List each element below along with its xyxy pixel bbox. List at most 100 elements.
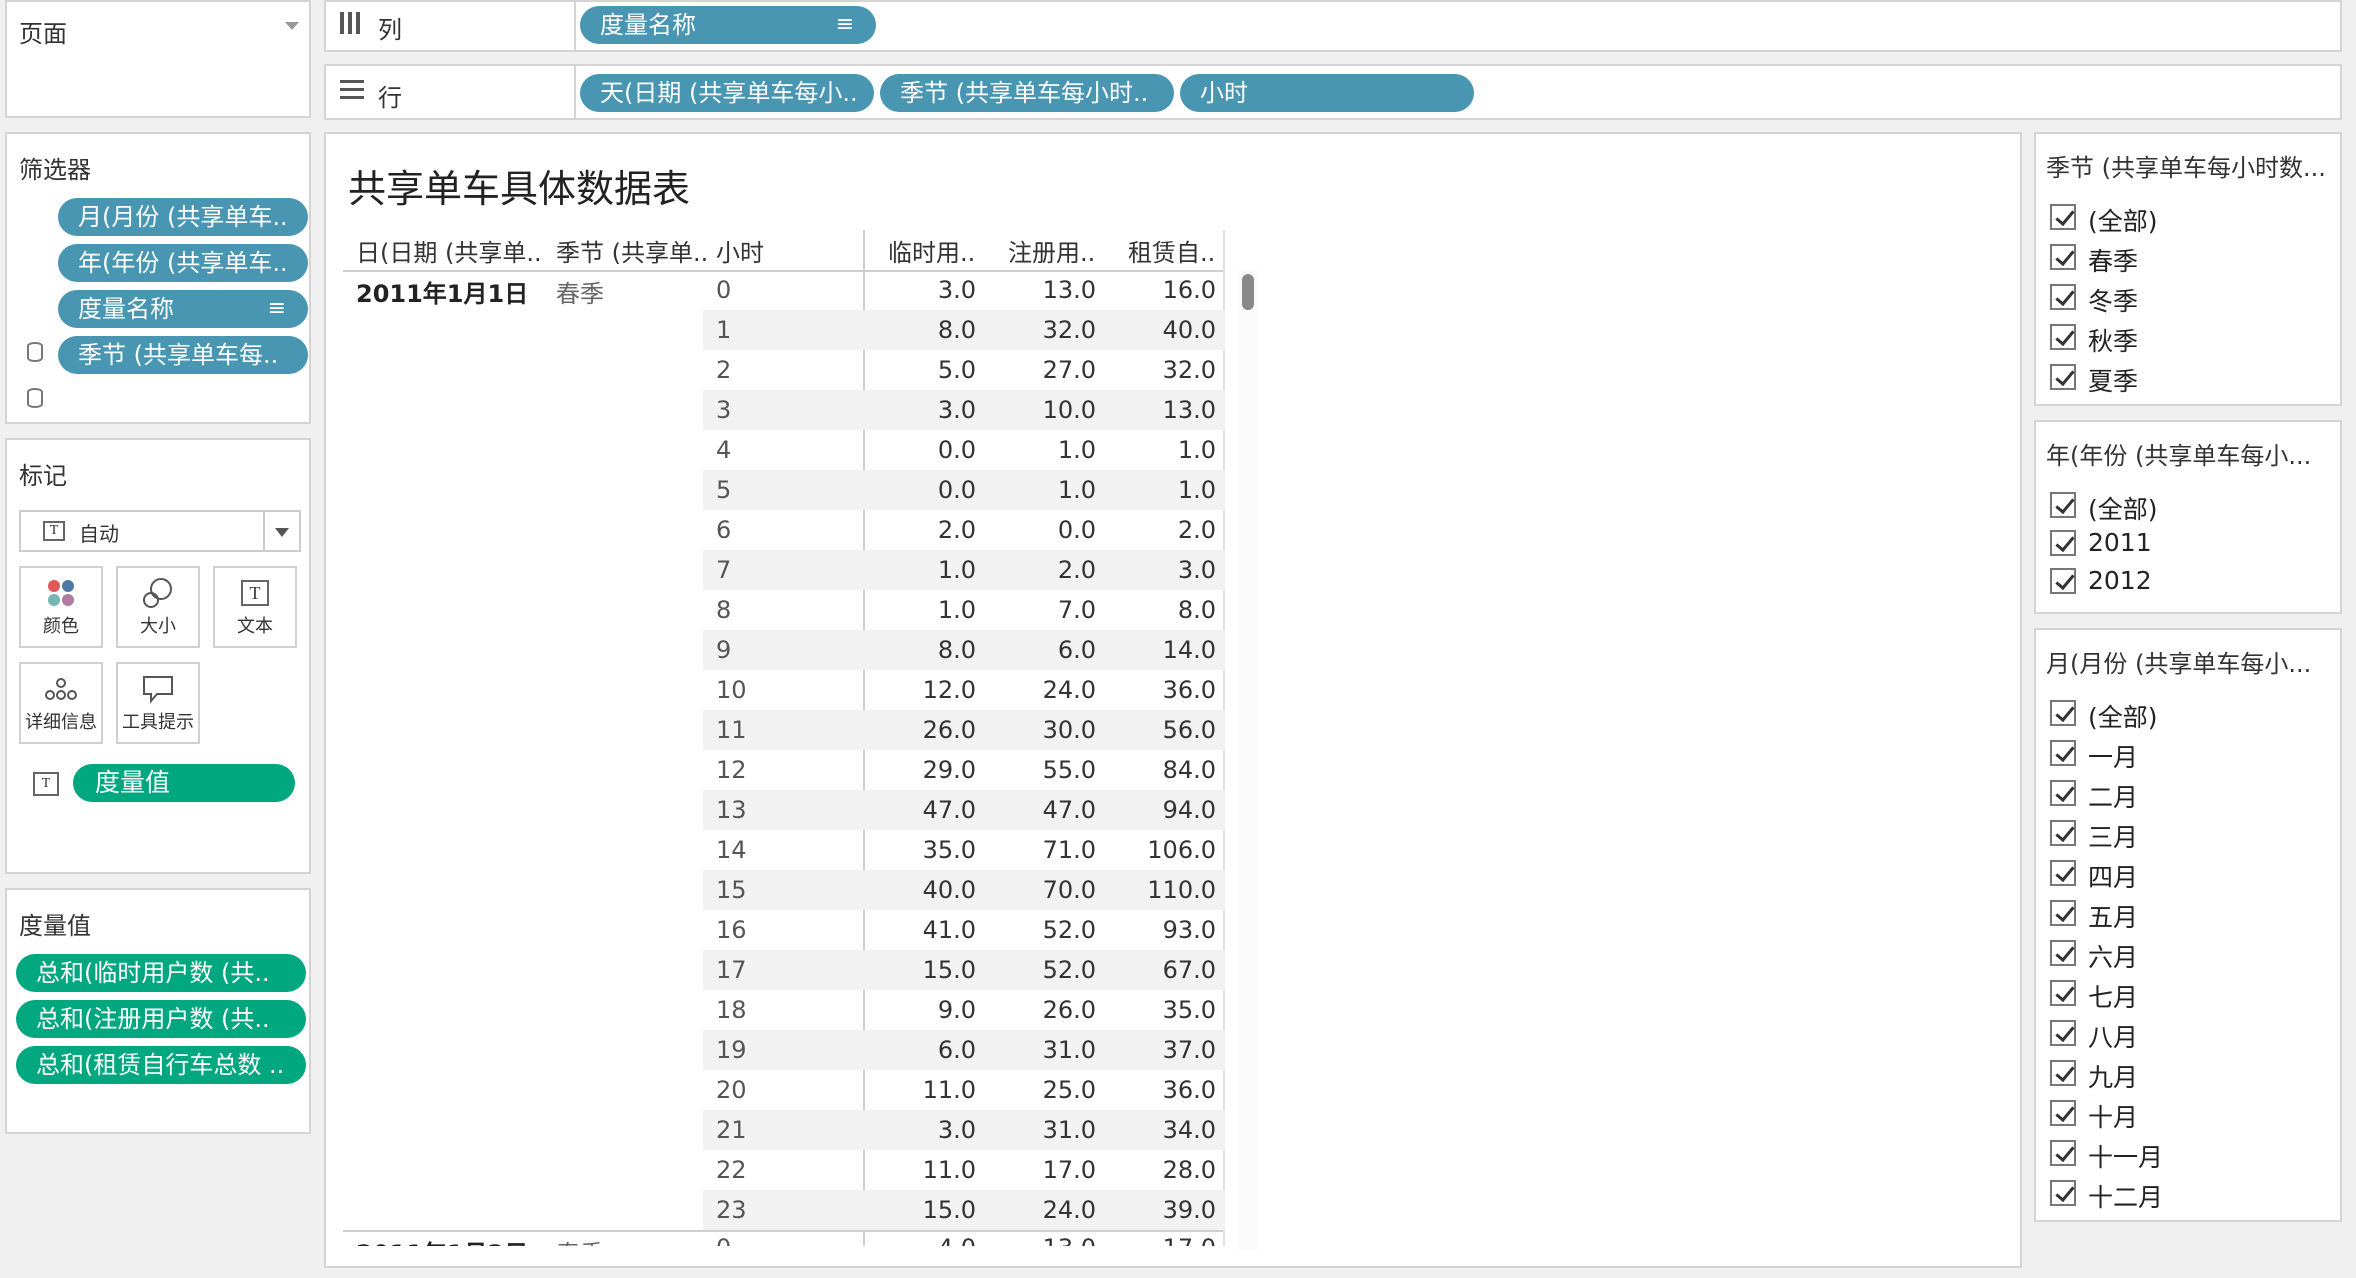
checkbox[interactable] — [2050, 780, 2076, 806]
checkbox-label[interactable]: 夏季 — [2088, 362, 2138, 398]
checkbox[interactable] — [2050, 1100, 2076, 1126]
text-button[interactable]: T 文本 — [213, 566, 297, 648]
checkbox[interactable] — [2050, 740, 2076, 766]
dimension-field-icon — [27, 388, 43, 408]
shelf-divider — [574, 66, 576, 118]
checkbox-label[interactable]: 五月 — [2088, 898, 2138, 934]
color-button[interactable]: 颜色 — [19, 566, 103, 648]
filter-pill-month[interactable]: 月(月份 (共享单车.. — [58, 198, 308, 236]
checkbox[interactable] — [2050, 324, 2076, 350]
checkbox[interactable] — [2050, 1140, 2076, 1166]
vertical-scrollbar[interactable] — [1238, 270, 1258, 1250]
pages-dropdown-icon[interactable] — [285, 22, 299, 30]
checkbox-label[interactable]: 六月 — [2088, 938, 2138, 974]
checkbox[interactable] — [2050, 530, 2076, 556]
checkbox-label[interactable]: 2012 — [2088, 566, 2152, 595]
marks-card: 标记 T 自动 颜色 大小 T 文本 详细信息 工具提示 T 度量值 — [5, 438, 311, 874]
rows-shelf[interactable]: 行 天(日期 (共享单车每小.. 季节 (共享单车每小时.. 小时 — [324, 64, 2342, 120]
mark-type-select[interactable]: T 自动 — [19, 510, 301, 552]
measure-values-text-pill[interactable]: 度量值 — [73, 764, 295, 802]
filter-pill-measure-names[interactable]: 度量名称 ≡ — [58, 290, 308, 328]
checkbox-label[interactable]: 三月 — [2088, 818, 2138, 854]
row-pill-hour[interactable]: 小时 — [1180, 74, 1474, 112]
filter-pill-season[interactable]: 季节 (共享单车每.. — [58, 336, 308, 374]
columns-icon — [340, 12, 364, 34]
filters-title: 筛选器 — [19, 156, 91, 184]
checkbox[interactable] — [2050, 1180, 2076, 1206]
checkbox-label[interactable]: 春季 — [2088, 242, 2138, 278]
checkbox[interactable] — [2050, 364, 2076, 390]
view-card: 共享单车具体数据表 — [324, 132, 2022, 1268]
checkbox[interactable] — [2050, 940, 2076, 966]
checkbox[interactable] — [2050, 700, 2076, 726]
color-label: 颜色 — [43, 616, 79, 637]
checkbox-label[interactable]: (全部) — [2088, 698, 2158, 734]
checkbox-label[interactable]: 七月 — [2088, 978, 2138, 1014]
pages-card[interactable]: 页面 — [5, 0, 311, 118]
checkbox[interactable] — [2050, 1020, 2076, 1046]
checkbox-label[interactable]: 秋季 — [2088, 322, 2138, 358]
checkbox-label[interactable]: 二月 — [2088, 778, 2138, 814]
year-filter-title: 年(年份 (共享单车每小... — [2046, 442, 2312, 470]
checkbox-label[interactable]: 九月 — [2088, 1058, 2138, 1094]
marks-title: 标记 — [19, 462, 67, 490]
mark-type-value: 自动 — [79, 522, 119, 546]
measure-pill-casual[interactable]: 总和(临时用户数 (共.. — [16, 954, 306, 992]
tooltip-label: 工具提示 — [122, 712, 194, 733]
text-label: 文本 — [237, 616, 273, 637]
checkbox-label[interactable]: 十月 — [2088, 1098, 2138, 1134]
scrollbar-thumb[interactable] — [1242, 274, 1254, 310]
sort-icon: ≡ — [835, 12, 854, 37]
measure-pill-registered[interactable]: 总和(注册用户数 (共.. — [16, 1000, 306, 1038]
rows-icon — [340, 80, 364, 100]
color-icon — [21, 574, 101, 612]
rows-label: 行 — [378, 84, 402, 112]
filter-pill-year[interactable]: 年(年份 (共享单车.. — [58, 244, 308, 282]
checkbox-label[interactable]: 一月 — [2088, 738, 2138, 774]
checkbox[interactable] — [2050, 568, 2076, 594]
columns-shelf[interactable]: 列 度量名称 ≡ — [324, 0, 2342, 52]
checkbox-label[interactable]: (全部) — [2088, 202, 2158, 238]
checkbox[interactable] — [2050, 900, 2076, 926]
detail-label: 详细信息 — [25, 712, 97, 733]
detail-button[interactable]: 详细信息 — [19, 662, 103, 744]
checkbox-label[interactable]: 2011 — [2088, 528, 2152, 557]
checkbox[interactable] — [2050, 980, 2076, 1006]
filters-card: 筛选器 月(月份 (共享单车.. 年(年份 (共享单车.. 度量名称 ≡ 季节 (… — [5, 132, 311, 500]
text-mark-icon: T — [43, 521, 65, 541]
checkbox-label[interactable]: (全部) — [2088, 490, 2158, 526]
checkbox[interactable] — [2050, 284, 2076, 310]
month-filter-title: 月(月份 (共享单车每小... — [2046, 650, 2312, 678]
checkbox-label[interactable]: 八月 — [2088, 1018, 2138, 1054]
size-label: 大小 — [140, 616, 176, 637]
checkbox[interactable] — [2050, 204, 2076, 230]
checkbox[interactable] — [2050, 492, 2076, 518]
row-pill-day[interactable]: 天(日期 (共享单车每小.. — [580, 74, 874, 112]
checkbox[interactable] — [2050, 1060, 2076, 1086]
size-button[interactable]: 大小 — [116, 566, 200, 648]
checkbox-label[interactable]: 冬季 — [2088, 282, 2138, 318]
checkbox[interactable] — [2050, 244, 2076, 270]
text-encoding-icon: T — [33, 772, 59, 796]
tooltip-button[interactable]: 工具提示 — [116, 662, 200, 744]
measure-pill-total[interactable]: 总和(租赁自行车总数 .. — [16, 1046, 306, 1084]
column-pill-measure-names[interactable]: 度量名称 ≡ — [580, 6, 876, 44]
columns-label: 列 — [378, 16, 402, 44]
checkbox[interactable] — [2050, 860, 2076, 886]
dropdown-divider — [263, 512, 265, 550]
checkbox-label[interactable]: 十二月 — [2088, 1178, 2163, 1214]
checkbox-label[interactable]: 十一月 — [2088, 1138, 2163, 1174]
measure-values-card: 度量值 总和(临时用户数 (共.. 总和(注册用户数 (共.. 总和(租赁自行车… — [5, 888, 311, 1134]
detail-icon — [21, 670, 101, 708]
text-icon: T — [215, 574, 295, 612]
size-icon — [118, 574, 198, 612]
checkbox[interactable] — [2050, 820, 2076, 846]
dimension-field-icon — [27, 342, 43, 362]
row-pill-season[interactable]: 季节 (共享单车每小时.. — [880, 74, 1174, 112]
column-pill-label: 度量名称 — [600, 11, 696, 39]
view-title: 共享单车具体数据表 — [348, 167, 691, 211]
season-filter-title: 季节 (共享单车每小时数... — [2046, 154, 2326, 182]
checkbox-label[interactable]: 四月 — [2088, 858, 2138, 894]
season-filter-card: 季节 (共享单车每小时数... (全部) 春季冬季秋季夏季 — [2034, 132, 2342, 406]
measure-values-title: 度量值 — [19, 912, 91, 940]
